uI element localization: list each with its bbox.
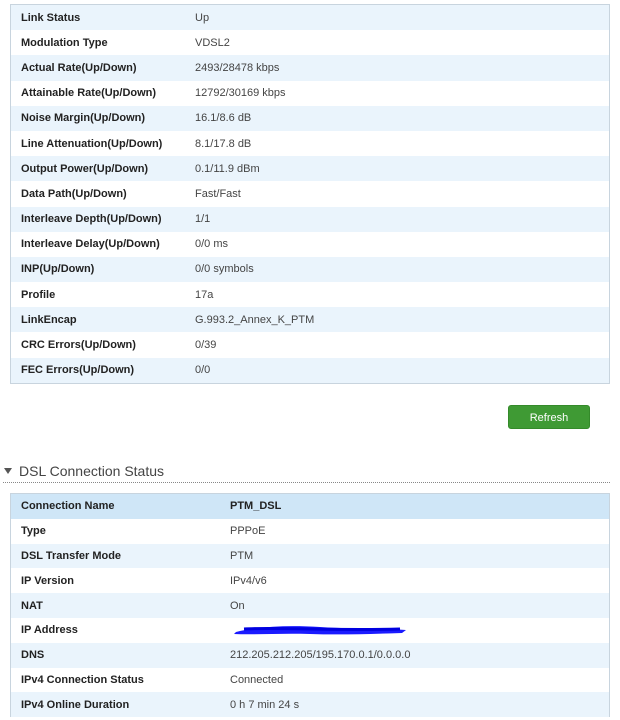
table-row: Data Path(Up/Down) Fast/Fast	[11, 181, 609, 207]
table-row: CRC Errors(Up/Down) 0/39	[11, 332, 609, 358]
table-row: DSL Transfer Mode PTM	[11, 543, 609, 569]
table-row: Output Power(Up/Down) 0.1/11.9 dBm	[11, 156, 609, 182]
table-row: Attainable Rate(Up/Down) 12792/30169 kbp…	[11, 80, 609, 106]
table-row: FEC Errors(Up/Down) 0/0	[11, 357, 609, 383]
table-row: Modulation Type VDSL2	[11, 30, 609, 56]
row-value: Fast/Fast	[195, 187, 241, 200]
row-label: DSL Transfer Mode	[21, 549, 122, 562]
row-label: Attainable Rate(Up/Down)	[21, 87, 157, 100]
row-value: Up	[195, 11, 210, 24]
row-label: Interleave Delay(Up/Down)	[21, 238, 160, 251]
row-label: NAT	[21, 599, 43, 612]
section-title: DSL Connection Status	[19, 462, 165, 479]
table-row: Link Status Up	[11, 5, 609, 31]
row-label: FEC Errors(Up/Down)	[21, 364, 135, 377]
row-value: 212.205.212.205/195.170.0.1/0.0.0.0	[230, 649, 411, 662]
table-row: Actual Rate(Up/Down) 2493/28478 kbps	[11, 55, 609, 81]
table-row: LinkEncap G.993.2_Annex_K_PTM	[11, 307, 609, 333]
table-header-row: Connection Name PTM_DSL	[11, 494, 609, 519]
row-value: 0/0 symbols	[195, 263, 254, 276]
ip-address-value	[230, 622, 600, 638]
row-value: 17a	[195, 288, 214, 301]
table-row: IPv4 Connection Status Connected	[11, 667, 609, 693]
modem-status-page: Link Status Up Modulation Type VDSL2 Act…	[0, 0, 620, 720]
row-label: DNS	[21, 649, 45, 662]
connection-name-value: PTM_DSL	[230, 500, 282, 513]
row-value: 0.1/11.9 dBm	[195, 162, 260, 175]
row-value: 16.1/8.6 dB	[195, 112, 252, 125]
row-label: Output Power(Up/Down)	[21, 162, 149, 175]
row-label: IPv4 Online Duration	[21, 698, 130, 711]
row-value: 8.1/17.8 dB	[195, 137, 252, 150]
row-label: Interleave Depth(Up/Down)	[21, 213, 162, 226]
row-value: PPPoE	[230, 525, 266, 538]
table-row: IP Address	[11, 617, 609, 643]
row-value: G.993.2_Annex_K_PTM	[195, 313, 315, 326]
row-value: 12792/30169 kbps	[195, 87, 286, 100]
row-value: PTM	[230, 549, 254, 562]
table-row: IPv4 Online Duration 0 h 7 min 24 s	[11, 692, 609, 718]
row-value: 1/1	[195, 213, 211, 226]
redaction-scribble	[234, 626, 406, 635]
row-label: Modulation Type	[21, 36, 108, 49]
row-label: CRC Errors(Up/Down)	[21, 339, 136, 352]
table-row: Profile 17a	[11, 282, 609, 308]
row-label: Noise Margin(Up/Down)	[21, 112, 146, 125]
table-row: DNS 212.205.212.205/195.170.0.1/0.0.0.0	[11, 642, 609, 668]
row-value: 0/39	[195, 339, 217, 352]
row-value: Connected	[230, 673, 284, 686]
row-label: Connection Name	[21, 500, 115, 513]
row-label: Link Status	[21, 11, 81, 24]
table-row: INP(Up/Down) 0/0 symbols	[11, 256, 609, 283]
table-row: Interleave Delay(Up/Down) 0/0 ms	[11, 231, 609, 257]
table-row: Interleave Depth(Up/Down) 1/1	[11, 206, 609, 232]
row-label: Data Path(Up/Down)	[21, 187, 127, 200]
row-value: On	[230, 599, 245, 612]
table-row: IP Version IPv4/v6	[11, 568, 609, 594]
table-row: NAT On	[11, 593, 609, 618]
dsl-status-table: Link Status Up Modulation Type VDSL2 Act…	[10, 4, 610, 384]
row-label: INP(Up/Down)	[21, 263, 95, 276]
table-row: Noise Margin(Up/Down) 16.1/8.6 dB	[11, 105, 609, 131]
row-value: 0 h 7 min 24 s	[230, 698, 300, 711]
row-value: 0/0 ms	[195, 238, 229, 251]
row-label: LinkEncap	[21, 313, 77, 326]
row-label: Profile	[21, 288, 56, 301]
row-label: IP Address	[21, 624, 78, 637]
row-value: IPv4/v6	[230, 574, 267, 587]
refresh-button[interactable]: Refresh	[508, 405, 590, 429]
row-label: IPv4 Connection Status	[21, 673, 144, 686]
dsl-connection-section-header[interactable]: DSL Connection Status	[3, 459, 610, 483]
row-value: 0/0	[195, 364, 211, 377]
row-label: Actual Rate(Up/Down)	[21, 61, 137, 74]
collapse-triangle-icon[interactable]	[4, 467, 12, 474]
row-label: Type	[21, 525, 46, 538]
connection-status-table: Connection Name PTM_DSL Type PPPoE DSL T…	[10, 493, 610, 718]
row-label: Line Attenuation(Up/Down)	[21, 137, 163, 150]
row-label: IP Version	[21, 574, 74, 587]
row-value: VDSL2	[195, 36, 230, 49]
table-row: Line Attenuation(Up/Down) 8.1/17.8 dB	[11, 130, 609, 157]
table-row: Type PPPoE	[11, 518, 609, 544]
row-value: 2493/28478 kbps	[195, 61, 280, 74]
